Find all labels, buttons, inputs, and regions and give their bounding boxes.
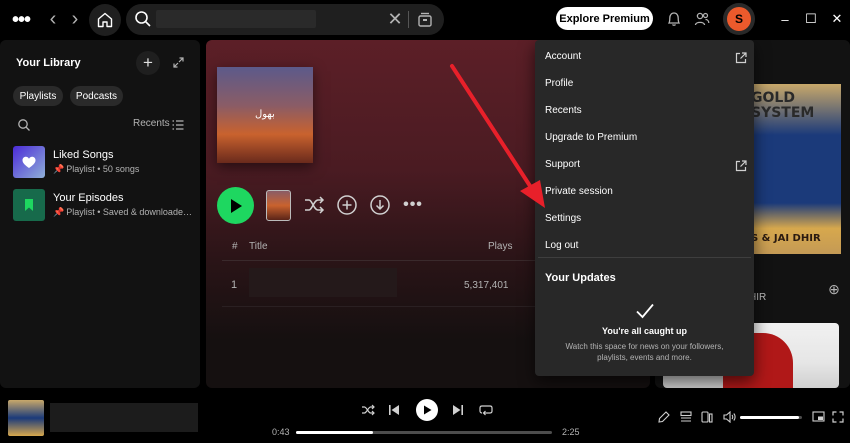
column-header-plays[interactable]: Plays xyxy=(488,241,512,252)
now-playing-cover[interactable] xyxy=(8,400,44,436)
expand-library-icon[interactable] xyxy=(170,54,186,70)
menu-item-log-out[interactable]: Log out xyxy=(545,240,578,251)
clear-search-icon[interactable]: ✕ xyxy=(386,8,404,30)
previous-track-icon[interactable] xyxy=(386,402,402,418)
updates-title: Your Updates xyxy=(545,272,616,284)
menu-item-upgrade[interactable]: Upgrade to Premium xyxy=(545,132,637,143)
library-item-name: Your Episodes xyxy=(53,192,124,204)
library-search-icon[interactable] xyxy=(17,118,31,132)
search-input[interactable] xyxy=(156,10,316,28)
library-item-meta: 📌Playlist • Saved & downloaded episodes xyxy=(53,207,193,217)
album-art-artists: S & JAI DHIR xyxy=(751,233,821,244)
miniplayer-icon[interactable] xyxy=(811,410,825,424)
play-button[interactable] xyxy=(217,187,254,224)
home-icon xyxy=(97,12,113,28)
next-track-icon[interactable] xyxy=(450,402,466,418)
library-item-liked-songs[interactable]: Liked Songs 📌 Playlist • 50 songs xyxy=(13,146,193,180)
app-menu-icon[interactable]: ••• xyxy=(10,9,32,31)
list-view-icon[interactable] xyxy=(172,118,184,130)
browse-icon[interactable] xyxy=(416,10,434,28)
shuffle-icon[interactable] xyxy=(303,194,325,216)
sort-recents-button[interactable]: Recents xyxy=(133,118,170,129)
preview-cover-thumb[interactable] xyxy=(266,190,291,221)
menu-item-profile[interactable]: Profile xyxy=(545,78,573,89)
profile-button[interactable]: S xyxy=(723,3,755,35)
connect-device-icon[interactable] xyxy=(700,410,714,424)
play-pause-button[interactable] xyxy=(416,399,438,421)
cover-text: بھول xyxy=(255,109,275,120)
external-link-icon xyxy=(735,159,747,172)
heart-icon xyxy=(13,146,45,178)
volume-slider[interactable] xyxy=(740,416,802,419)
home-button[interactable] xyxy=(89,4,121,36)
menu-item-settings[interactable]: Settings xyxy=(545,213,581,224)
pin-icon: 📌 xyxy=(53,207,65,217)
avatar: S xyxy=(727,7,751,31)
volume-icon[interactable] xyxy=(722,410,736,424)
queue-icon[interactable] xyxy=(679,410,693,424)
search-icon xyxy=(134,10,152,28)
close-icon[interactable]: ✕ xyxy=(827,10,847,28)
play-icon xyxy=(230,198,242,213)
menu-item-account[interactable]: Account xyxy=(545,51,581,62)
menu-item-private-session[interactable]: Private session xyxy=(545,186,613,197)
track-plays: 5,317,401 xyxy=(464,280,509,291)
back-chevron-icon[interactable]: ‹ xyxy=(44,8,62,30)
library-panel: Your Library + Playlists Podcasts Recent… xyxy=(0,40,200,388)
album-art-title: GOLD SYSTEM xyxy=(751,90,815,121)
menu-item-recents[interactable]: Recents xyxy=(545,105,582,116)
library-title[interactable]: Your Library xyxy=(16,57,81,69)
player-bar: 0:43 2:25 xyxy=(0,392,850,443)
menu-item-support[interactable]: Support xyxy=(545,159,580,170)
follow-plus-icon[interactable]: ⊕ xyxy=(827,281,841,297)
profile-dropdown-menu: Account Profile Recents Upgrade to Premi… xyxy=(535,40,754,376)
pin-icon: 📌 xyxy=(53,164,65,174)
fullscreen-icon[interactable] xyxy=(831,410,845,424)
forward-chevron-icon[interactable]: › xyxy=(66,8,84,30)
track-number: 1 xyxy=(231,279,238,291)
download-icon[interactable] xyxy=(369,194,391,216)
maximize-icon[interactable]: ☐ xyxy=(801,10,821,28)
caught-up-message: You're all caught up xyxy=(602,326,687,336)
external-link-icon xyxy=(735,51,747,64)
library-item-your-episodes[interactable]: Your Episodes 📌 Playlist • Saved & downlo… xyxy=(13,189,193,223)
column-header-title[interactable]: Title xyxy=(249,241,268,252)
progress-bar[interactable] xyxy=(296,431,552,434)
checkmark-icon xyxy=(635,302,655,320)
search-divider xyxy=(408,11,409,28)
filter-chip-playlists[interactable]: Playlists xyxy=(13,86,63,106)
progress-fill xyxy=(296,431,373,434)
library-item-name: Liked Songs xyxy=(53,149,114,161)
album-cover: بھول xyxy=(217,67,313,163)
repeat-icon[interactable] xyxy=(478,402,494,418)
more-options-icon[interactable]: ••• xyxy=(402,195,424,215)
play-icon xyxy=(423,405,431,415)
search-bar[interactable]: ✕ xyxy=(126,4,444,35)
shuffle-icon[interactable] xyxy=(360,402,376,418)
add-to-library-icon[interactable] xyxy=(336,194,358,216)
friend-activity-icon[interactable] xyxy=(694,10,710,28)
volume-fill xyxy=(740,416,799,419)
create-playlist-plus-icon[interactable]: + xyxy=(136,51,160,75)
bookmark-icon xyxy=(13,189,45,221)
top-bar: ••• ‹ › ✕ Explore Premium S – ☐ ✕ xyxy=(0,0,850,40)
filter-chip-podcasts[interactable]: Podcasts xyxy=(70,86,123,106)
elapsed-time: 0:43 xyxy=(272,427,290,437)
menu-divider xyxy=(538,257,751,258)
minimize-icon[interactable]: – xyxy=(775,10,795,28)
total-time: 2:25 xyxy=(562,427,580,437)
updates-description: Watch this space for news on your follow… xyxy=(565,342,724,362)
now-playing-info-redacted[interactable] xyxy=(50,403,198,432)
library-item-meta: 📌 Playlist • 50 songs xyxy=(53,164,140,174)
explore-premium-button[interactable]: Explore Premium xyxy=(556,7,653,30)
now-playing-view-icon[interactable] xyxy=(657,410,671,424)
notifications-bell-icon[interactable] xyxy=(666,10,682,28)
track-title-redacted[interactable] xyxy=(249,268,397,297)
column-header-number: # xyxy=(232,241,238,252)
